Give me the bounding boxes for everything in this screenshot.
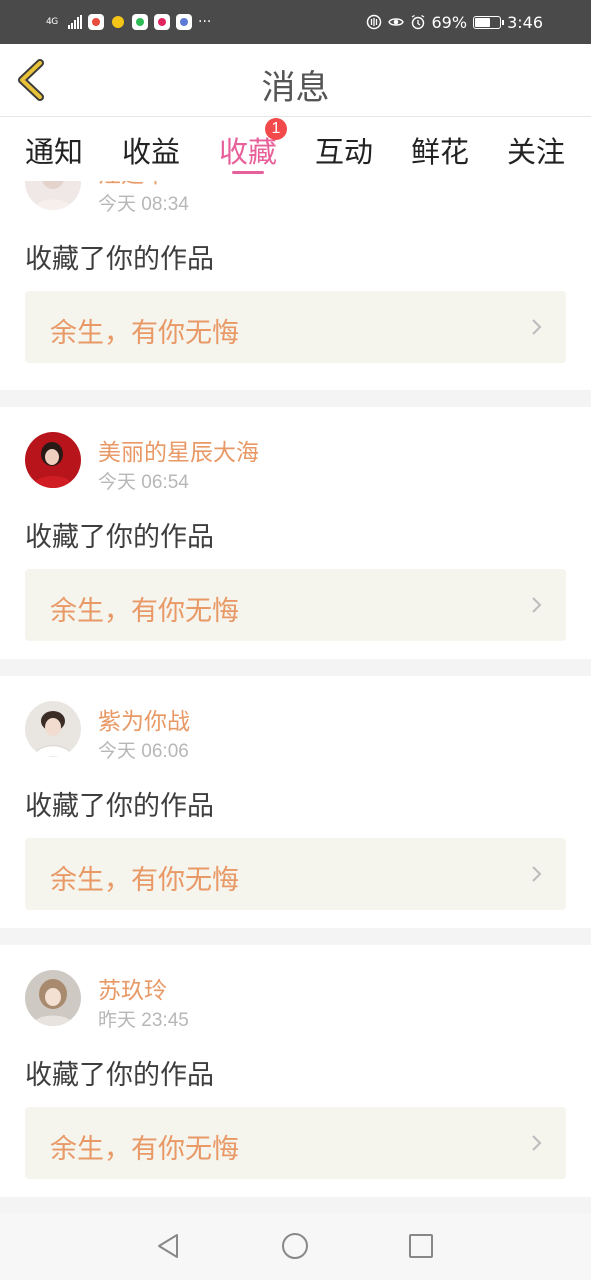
tab-label: 收益 <box>121 135 180 169</box>
battery-percent: 69% <box>431 12 468 32</box>
battery-icon <box>473 15 505 29</box>
tab-flowers[interactable]: 鲜花 <box>405 129 475 171</box>
work-link[interactable]: 余生，有你无悔 <box>25 291 566 363</box>
divider <box>0 928 591 945</box>
chevron-right-icon <box>532 1135 542 1151</box>
chevron-right-icon <box>532 319 542 335</box>
divider <box>0 1197 591 1213</box>
tab-label: 收藏 <box>218 135 277 169</box>
video-app-icon <box>154 14 170 30</box>
user-name[interactable]: 汪建华 <box>98 181 167 189</box>
message-time: 今天 06:54 <box>98 472 189 493</box>
message-text: 收藏了你的作品 <box>25 244 214 275</box>
nfc-icon <box>366 14 381 30</box>
navigation-bar <box>0 1213 591 1280</box>
tab-interaction[interactable]: 互动 <box>309 129 379 171</box>
work-title: 余生，有你无悔 <box>50 596 239 627</box>
tab-favorites[interactable]: 收藏 1 <box>213 118 287 174</box>
work-title: 余生，有你无悔 <box>50 318 239 349</box>
square-recents-icon[interactable] <box>406 1231 436 1261</box>
network-type: 4G <box>46 16 58 27</box>
work-link[interactable]: 余生，有你无悔 <box>25 1107 566 1179</box>
work-link[interactable]: 余生，有你无悔 <box>25 838 566 910</box>
message-card: 紫为你战 今天 06:06 收藏了你的作品 余生，有你无悔 <box>0 676 591 928</box>
message-text: 收藏了你的作品 <box>25 791 214 822</box>
tab-earnings[interactable]: 收益 <box>116 129 186 171</box>
chevron-right-icon <box>532 597 542 613</box>
tab-bar: 通知 收益 收藏 1 互动 鲜花 关注 <box>0 117 591 181</box>
avatar[interactable] <box>25 701 81 757</box>
tab-label: 关注 <box>506 135 565 169</box>
status-right: 69% 3:46 <box>366 10 543 34</box>
message-text: 收藏了你的作品 <box>25 522 214 553</box>
app-notification-icon <box>88 14 104 30</box>
avatar[interactable] <box>25 432 81 488</box>
divider <box>0 659 591 676</box>
signal-icon <box>68 15 82 29</box>
eye-icon <box>387 18 404 26</box>
status-bar: 4G ··· 69% 3:46 <box>0 0 591 44</box>
tab-label: 互动 <box>314 135 373 169</box>
app-header: 消息 <box>0 44 591 117</box>
message-card: 苏玖玲 昨天 23:45 收藏了你的作品 余生，有你无悔 <box>0 945 591 1197</box>
lightbulb-icon <box>110 14 126 30</box>
message-list[interactable]: 汪建华 今天 08:34 收藏了你的作品 余生，有你无悔 美丽的星辰大海 今天 … <box>0 181 591 1213</box>
work-title: 余生，有你无悔 <box>50 865 239 896</box>
play-store-icon <box>132 14 148 30</box>
message-time: 今天 08:34 <box>98 194 189 215</box>
user-name[interactable]: 紫为你战 <box>98 702 190 736</box>
work-link[interactable]: 余生，有你无悔 <box>25 569 566 641</box>
avatar[interactable] <box>25 181 81 210</box>
tab-notification[interactable]: 通知 <box>19 129 89 171</box>
tab-label: 鲜花 <box>410 135 469 169</box>
status-left: 4G ··· <box>46 10 211 34</box>
message-time: 今天 06:06 <box>98 741 189 762</box>
active-tab-indicator <box>232 171 264 174</box>
tab-label: 通知 <box>24 135 83 169</box>
music-app-icon <box>176 14 192 30</box>
divider <box>0 390 591 407</box>
unread-badge: 1 <box>265 118 287 140</box>
chevron-right-icon <box>532 866 542 882</box>
work-title: 余生，有你无悔 <box>50 1134 239 1165</box>
circle-home-icon[interactable] <box>280 1231 310 1261</box>
user-name[interactable]: 苏玖玲 <box>98 971 167 1005</box>
alarm-icon <box>411 14 424 30</box>
avatar[interactable] <box>25 970 81 1026</box>
tab-follow[interactable]: 关注 <box>501 129 571 171</box>
page-title: 消息 <box>261 68 330 108</box>
message-card: 汪建华 今天 08:34 收藏了你的作品 余生，有你无悔 <box>0 181 591 381</box>
message-time: 昨天 23:45 <box>98 1010 189 1031</box>
user-name[interactable]: 美丽的星辰大海 <box>98 433 259 467</box>
message-card: 美丽的星辰大海 今天 06:54 收藏了你的作品 余生，有你无悔 <box>0 407 591 659</box>
clock: 3:46 <box>507 12 543 32</box>
more-notifications-icon: ··· <box>198 14 212 30</box>
triangle-back-icon[interactable] <box>153 1231 183 1261</box>
message-text: 收藏了你的作品 <box>25 1060 214 1091</box>
